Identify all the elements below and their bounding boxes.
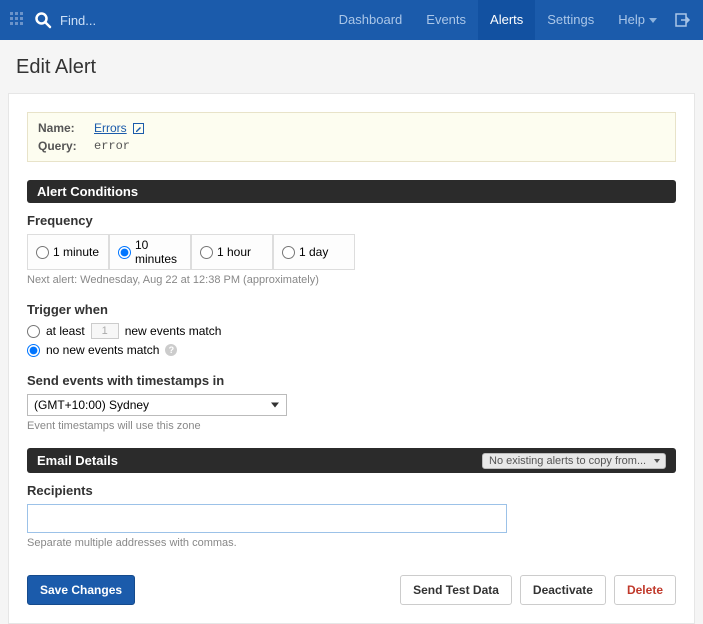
trigger-atleast-prefix: at least (46, 324, 85, 338)
apps-grid-icon[interactable] (10, 12, 26, 28)
send-test-button[interactable]: Send Test Data (400, 575, 512, 605)
exit-icon[interactable] (669, 12, 703, 28)
timezone-label: Send events with timestamps in (27, 373, 676, 388)
chevron-down-icon (649, 18, 657, 23)
trigger-block: Trigger when at least new events match n… (27, 302, 676, 357)
recipients-label: Recipients (27, 483, 676, 498)
search-input[interactable] (60, 13, 260, 28)
content-panel: Name: Errors Query: error Alert Conditio… (8, 93, 695, 624)
timezone-hint: Event timestamps will use this zone (27, 420, 676, 432)
frequency-label: Frequency (27, 213, 676, 228)
trigger-nonew-label: no new events match (46, 343, 159, 357)
section-email-details: Email Details No existing alerts to copy… (27, 448, 676, 473)
freq-option-1min[interactable]: 1 minute (27, 234, 109, 270)
recipients-hint: Separate multiple addresses with commas. (27, 537, 676, 549)
save-button[interactable]: Save Changes (27, 575, 135, 605)
footer-actions: Save Changes Send Test Data Deactivate D… (27, 575, 676, 605)
trigger-count-input[interactable] (91, 323, 119, 339)
deactivate-button[interactable]: Deactivate (520, 575, 606, 605)
recipients-input[interactable] (27, 504, 507, 533)
trigger-nonew-radio[interactable] (27, 344, 40, 357)
nav-dashboard[interactable]: Dashboard (327, 0, 415, 40)
search-icon[interactable] (34, 11, 52, 29)
section-alert-conditions: Alert Conditions (27, 180, 676, 203)
trigger-label: Trigger when (27, 302, 676, 317)
next-alert-hint: Next alert: Wednesday, Aug 22 at 12:38 P… (27, 274, 676, 286)
freq-option-10min[interactable]: 10 minutes (109, 234, 191, 270)
recipients-block: Recipients Separate multiple addresses w… (27, 483, 676, 549)
alert-name-link[interactable]: Errors (94, 119, 127, 137)
timezone-block: Send events with timestamps in (GMT+10:0… (27, 373, 676, 432)
nav-settings[interactable]: Settings (535, 0, 606, 40)
alert-meta-box: Name: Errors Query: error (27, 112, 676, 162)
name-label: Name: (38, 119, 88, 137)
trigger-atleast-suffix: new events match (125, 324, 222, 338)
freq-option-1hour[interactable]: 1 hour (191, 234, 273, 270)
delete-button[interactable]: Delete (614, 575, 676, 605)
query-value: error (94, 137, 130, 155)
trigger-atleast-radio[interactable] (27, 325, 40, 338)
timezone-select[interactable]: (GMT+10:00) Sydney (27, 394, 287, 416)
nav-help[interactable]: Help (606, 0, 669, 40)
top-nav: Dashboard Events Alerts Settings Help (0, 0, 703, 40)
help-icon[interactable]: ? (165, 344, 177, 356)
edit-icon[interactable] (133, 119, 144, 137)
frequency-block: Frequency 1 minute 10 minutes 1 hour 1 d… (27, 213, 676, 286)
nav-alerts[interactable]: Alerts (478, 0, 535, 40)
freq-option-1day[interactable]: 1 day (273, 234, 355, 270)
nav-events[interactable]: Events (414, 0, 478, 40)
page-title: Edit Alert (0, 40, 703, 93)
copy-from-select[interactable]: No existing alerts to copy from... (482, 453, 666, 469)
query-label: Query: (38, 137, 88, 155)
